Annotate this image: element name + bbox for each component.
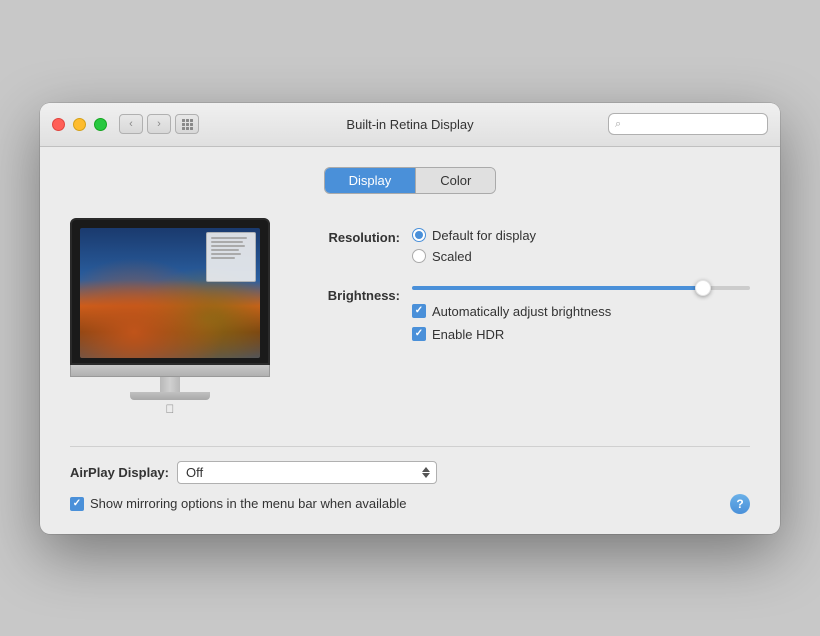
- chevron-up-icon: [422, 467, 430, 472]
- back-button[interactable]: ‹: [119, 114, 143, 134]
- enable-hdr-checkbox[interactable]: ✓: [412, 327, 426, 341]
- monitor-body: [70, 218, 270, 365]
- titlebar: ‹ › Built-in Retina Display ⌕ ✕: [40, 103, 780, 147]
- mirroring-checkbox[interactable]: ✓: [70, 497, 84, 511]
- tab-group: Display Color: [324, 167, 497, 194]
- tab-color[interactable]: Color: [416, 168, 495, 193]
- monitor-base: [130, 392, 210, 400]
- maximize-button[interactable]: [94, 118, 107, 131]
- main-window: ‹ › Built-in Retina Display ⌕ ✕ Display …: [40, 103, 780, 534]
- enable-hdr-label: Enable HDR: [432, 327, 504, 342]
- brightness-slider-track[interactable]: [412, 286, 750, 290]
- monitor-screen: [80, 228, 260, 358]
- screen-overlay-window: [206, 232, 256, 282]
- radio-default-inner: [415, 231, 423, 239]
- monitor-preview: : [70, 218, 270, 416]
- auto-brightness-label: Automatically adjust brightness: [432, 304, 611, 319]
- chevron-down-icon: [422, 473, 430, 478]
- radio-default-label: Default for display: [432, 228, 536, 243]
- window-title: Built-in Retina Display: [346, 117, 473, 132]
- hdr-checkmark-icon: ✓: [415, 329, 423, 339]
- airplay-value: Off: [186, 465, 203, 480]
- brightness-row: Brightness: ✓ Automatically adjust brigh…: [300, 286, 750, 350]
- search-icon: ⌕: [615, 118, 621, 131]
- auto-brightness-row[interactable]: ✓ Automatically adjust brightness: [412, 304, 750, 319]
- resolution-label: Resolution:: [300, 228, 400, 245]
- grid-dots-icon: [182, 119, 193, 130]
- enable-hdr-row[interactable]: ✓ Enable HDR: [412, 327, 750, 342]
- auto-brightness-checkbox[interactable]: ✓: [412, 304, 426, 318]
- search-box[interactable]: ⌕ ✕: [608, 113, 768, 135]
- minimize-button[interactable]: [73, 118, 86, 131]
- resolution-row: Resolution: Default for display Scaled: [300, 228, 750, 270]
- question-mark-icon: ?: [736, 497, 743, 511]
- traffic-lights: [52, 118, 107, 131]
- brightness-label: Brightness:: [300, 286, 400, 303]
- brightness-slider-row: [412, 286, 750, 290]
- bottom-area: AirPlay Display: Off ✓ Show mirroring op…: [70, 446, 750, 514]
- radio-default-circle[interactable]: [412, 228, 426, 242]
- radio-default-display[interactable]: Default for display: [412, 228, 750, 243]
- airplay-select[interactable]: Off: [177, 461, 437, 484]
- mirroring-row: ✓ Show mirroring options in the menu bar…: [70, 494, 750, 514]
- airplay-row: AirPlay Display: Off: [70, 461, 750, 484]
- tab-display[interactable]: Display: [325, 168, 417, 193]
- overlay-content: [207, 233, 255, 265]
- close-button[interactable]: [52, 118, 65, 131]
- settings-area:  Resolution: Default for display: [70, 218, 750, 416]
- apple-logo: : [70, 402, 270, 416]
- help-button[interactable]: ?: [730, 494, 750, 514]
- forward-button[interactable]: ›: [147, 114, 171, 134]
- tab-bar: Display Color: [70, 167, 750, 194]
- mirroring-checkmark-icon: ✓: [73, 499, 81, 509]
- monitor-stand-top: [70, 365, 270, 377]
- mirroring-left[interactable]: ✓ Show mirroring options in the menu bar…: [70, 496, 407, 511]
- checkmark-icon: ✓: [415, 306, 423, 316]
- content-area: Display Color: [40, 147, 780, 534]
- radio-scaled[interactable]: Scaled: [412, 249, 750, 264]
- radio-scaled-label: Scaled: [432, 249, 472, 264]
- resolution-options: Default for display Scaled: [412, 228, 750, 270]
- nav-buttons: ‹ ›: [119, 114, 171, 134]
- mirroring-label: Show mirroring options in the menu bar w…: [90, 496, 407, 511]
- search-input[interactable]: [625, 117, 780, 131]
- grid-button[interactable]: [175, 114, 199, 134]
- monitor-stand-neck: [160, 377, 180, 392]
- radio-scaled-circle[interactable]: [412, 249, 426, 263]
- brightness-controls: ✓ Automatically adjust brightness ✓ Enab…: [412, 286, 750, 350]
- settings-controls: Resolution: Default for display Scaled: [300, 218, 750, 416]
- airplay-label: AirPlay Display:: [70, 465, 169, 480]
- brightness-slider-thumb[interactable]: [695, 280, 711, 296]
- select-arrows-icon: [422, 467, 430, 478]
